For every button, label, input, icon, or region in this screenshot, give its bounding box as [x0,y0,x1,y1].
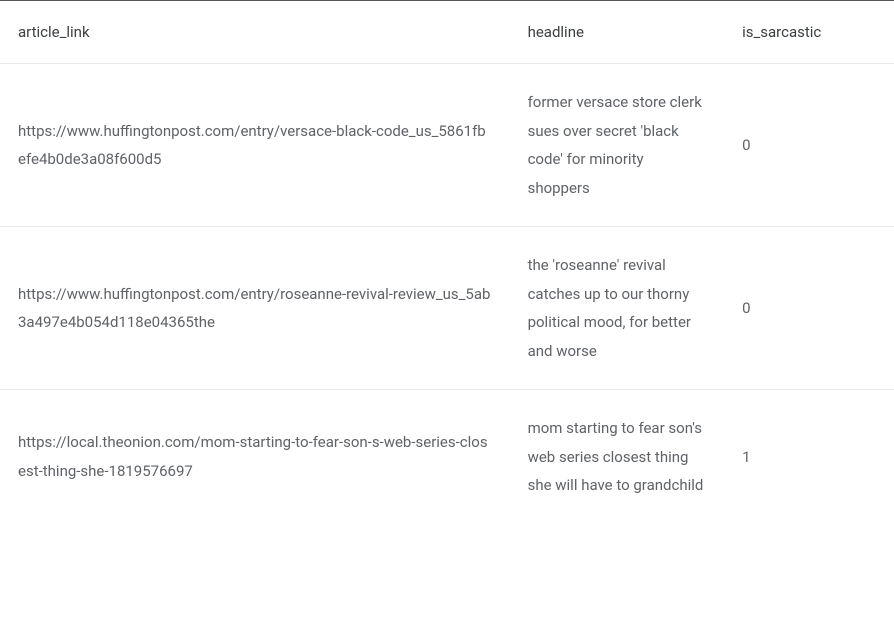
cell-article-link: https://www.huffingtonpost.com/entry/ver… [0,64,510,227]
cell-headline: former versace store clerk sues over sec… [510,64,725,227]
table-row: https://local.theonion.com/mom-starting-… [0,390,894,524]
cell-article-link: https://local.theonion.com/mom-starting-… [0,390,510,524]
data-table: article_link headline is_sarcastic https… [0,1,894,524]
table-row: https://www.huffingtonpost.com/entry/ver… [0,64,894,227]
table-header-row: article_link headline is_sarcastic [0,1,894,64]
column-header-article-link: article_link [0,1,510,64]
cell-is-sarcastic: 0 [724,64,894,227]
column-header-is-sarcastic: is_sarcastic [724,1,894,64]
cell-headline: the 'roseanne' revival catches up to our… [510,227,725,390]
cell-headline: mom starting to fear son's web series cl… [510,390,725,524]
cell-is-sarcastic: 1 [724,390,894,524]
table-row: https://www.huffingtonpost.com/entry/ros… [0,227,894,390]
column-header-headline: headline [510,1,725,64]
cell-article-link: https://www.huffingtonpost.com/entry/ros… [0,227,510,390]
cell-is-sarcastic: 0 [724,227,894,390]
